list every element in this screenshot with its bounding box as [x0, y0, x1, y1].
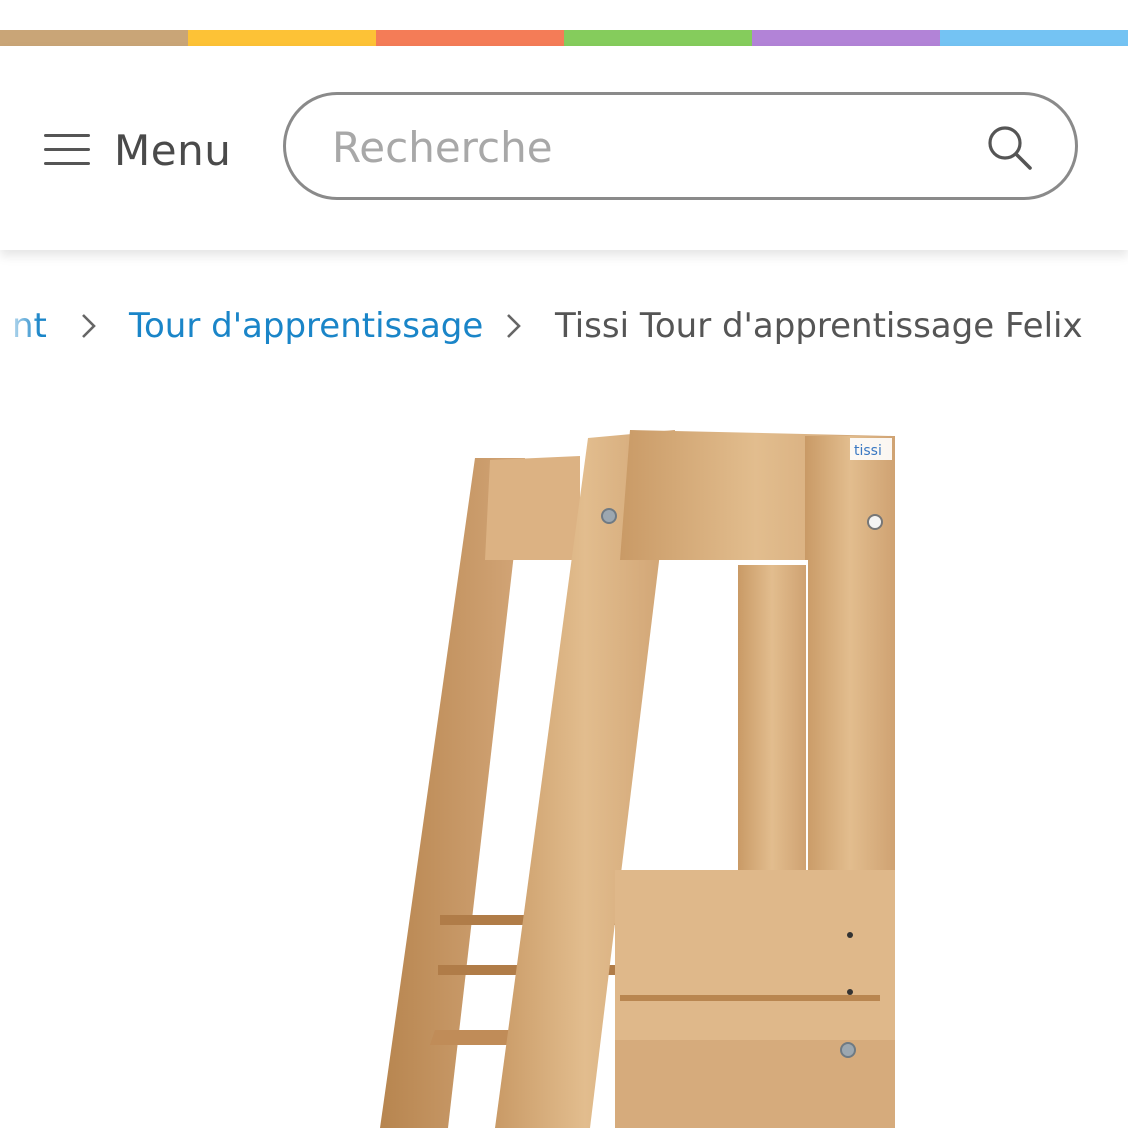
- brand-color-strip: [0, 30, 1128, 46]
- hamburger-icon: [44, 133, 90, 167]
- menu-button[interactable]: Menu: [44, 125, 232, 175]
- breadcrumb-item-current: Tissi Tour d'apprentissage Felix: [555, 306, 1083, 346]
- color-stripe: [188, 30, 376, 46]
- search-icon[interactable]: [985, 123, 1035, 173]
- color-stripe: [940, 30, 1128, 46]
- search-bar[interactable]: [283, 92, 1078, 200]
- site-header: Menu: [0, 46, 1128, 250]
- color-stripe: [564, 30, 752, 46]
- breadcrumb-item-category[interactable]: Tour d'apprentissage: [129, 306, 483, 346]
- breadcrumb: nt Tour d'apprentissage Tissi Tour d'app…: [0, 300, 1128, 356]
- breadcrumb-fade: [0, 300, 40, 356]
- tissi-logo: tissi: [854, 443, 882, 459]
- menu-label: Menu: [114, 125, 232, 175]
- color-stripe: [0, 30, 188, 46]
- color-stripe: [752, 30, 940, 46]
- chevron-right-icon: [82, 314, 96, 338]
- product-image[interactable]: tissi: [330, 420, 930, 1128]
- chevron-right-icon: [507, 314, 521, 338]
- search-input[interactable]: [330, 113, 954, 181]
- color-stripe: [376, 30, 564, 46]
